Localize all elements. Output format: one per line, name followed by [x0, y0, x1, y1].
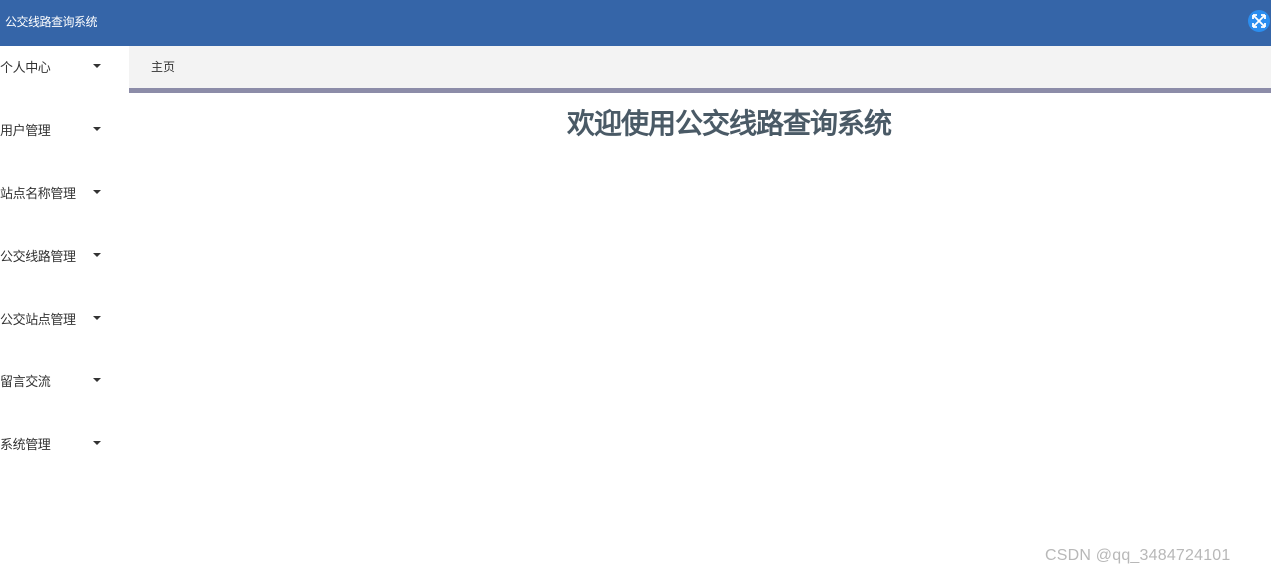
fullscreen-button[interactable] [1248, 10, 1270, 32]
caret-down-icon [93, 378, 101, 382]
sidebar-item-user-management[interactable]: 用户管理 [0, 111, 129, 151]
sidebar-item-system-management[interactable]: 系统管理 [0, 425, 129, 465]
tab-home[interactable]: 主页 [151, 59, 175, 75]
watermark: CSDN @qq_3484724101 [1045, 547, 1231, 564]
app-title: 公交线路查询系统 [5, 15, 98, 29]
tab-bar: 主页 [129, 46, 1271, 88]
caret-down-icon [93, 316, 101, 320]
sidebar-item-label: 站点名称管理 [0, 187, 76, 202]
tab-bar-divider [129, 88, 1271, 93]
sidebar-item-label: 留言交流 [0, 375, 51, 390]
sidebar-item-bus-stop-management[interactable]: 公交站点管理 [0, 300, 129, 340]
caret-down-icon [93, 64, 101, 68]
sidebar-item-personal-center[interactable]: 个人中心 [0, 48, 129, 88]
top-header: 公交线路查询系统 [0, 0, 1271, 46]
sidebar-item-label: 公交线路管理 [0, 250, 76, 265]
caret-down-icon [93, 190, 101, 194]
sidebar-item-label: 用户管理 [0, 124, 51, 139]
caret-down-icon [93, 441, 101, 445]
sidebar-item-label: 公交站点管理 [0, 313, 76, 328]
welcome-heading: 欢迎使用公交线路查询系统 [566, 107, 892, 140]
caret-down-icon [93, 253, 101, 257]
sidebar-item-station-name-management[interactable]: 站点名称管理 [0, 174, 129, 214]
sidebar-item-label: 个人中心 [0, 61, 51, 76]
sidebar-item-label: 系统管理 [0, 438, 51, 453]
sidebar-menu: 个人中心 用户管理 站点名称管理 公交线路管理 公交站点管理 留言交流 系统管理 [0, 46, 129, 576]
sidebar-item-message-board[interactable]: 留言交流 [0, 362, 129, 402]
sidebar-item-bus-route-management[interactable]: 公交线路管理 [0, 237, 129, 277]
fullscreen-icon [1252, 14, 1266, 28]
caret-down-icon [93, 127, 101, 131]
